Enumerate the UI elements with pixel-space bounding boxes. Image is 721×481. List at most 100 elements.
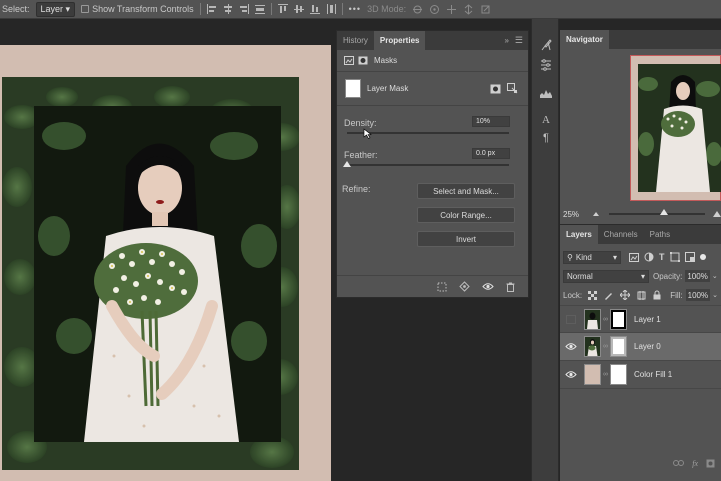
trash-icon[interactable] <box>506 282 515 292</box>
layer-row-color-fill-1[interactable]: ∞ Color Fill 1 <box>560 361 721 389</box>
more-options-icon[interactable]: ••• <box>349 4 361 14</box>
show-transform-checkbox[interactable]: Show Transform Controls <box>81 4 194 14</box>
zoom-in-icon[interactable] <box>713 211 721 217</box>
filter-type-icon[interactable]: T <box>659 252 665 262</box>
eye-icon[interactable] <box>565 342 577 352</box>
blend-mode-dropdown[interactable]: Normal ▾ <box>563 269 649 283</box>
color-range-button[interactable]: Color Range... <box>417 207 515 223</box>
filter-adjustment-icon[interactable] <box>644 252 654 262</box>
tab-history[interactable]: History <box>337 31 374 50</box>
paragraph-icon[interactable]: ¶ <box>540 132 552 144</box>
feather-input[interactable]: 0.0 px <box>472 148 510 159</box>
3d-pan-icon[interactable] <box>446 4 457 15</box>
3d-roll-icon[interactable] <box>429 4 440 15</box>
chevron-down-icon[interactable]: ⌄ <box>712 272 718 280</box>
density-input[interactable]: 10% <box>472 116 510 127</box>
pixel-mask-icon[interactable] <box>344 56 354 65</box>
tab-channels[interactable]: Channels <box>598 225 644 244</box>
eye-icon[interactable] <box>482 282 494 291</box>
navigator-zoom-bar: 25% <box>560 205 721 223</box>
align-center-h-icon[interactable] <box>223 4 233 14</box>
link-layers-icon[interactable] <box>673 459 685 467</box>
3d-mode-label: 3D Mode: <box>367 4 407 14</box>
add-pixel-mask-icon[interactable] <box>490 84 501 94</box>
load-selection-icon[interactable] <box>437 282 447 292</box>
link-icon[interactable]: ∞ <box>602 371 609 378</box>
chevron-down-icon: ▾ <box>65 3 71 14</box>
filter-pixel-icon[interactable] <box>629 252 639 262</box>
properties-panel: History Properties » ☰ Masks Layer Mask … <box>336 30 529 298</box>
lock-position-icon[interactable] <box>620 290 631 300</box>
layer-style-icon[interactable]: fx <box>692 459 698 468</box>
filter-smart-object-icon[interactable] <box>684 252 695 262</box>
lock-transparent-pixels-icon[interactable] <box>588 290 598 300</box>
feather-slider-thumb[interactable] <box>343 161 351 167</box>
layer-mask-thumbnail[interactable] <box>610 308 627 330</box>
character-icon[interactable]: A <box>540 114 552 126</box>
layer-filter-row: ⚲ Kind ▾ T <box>563 250 721 264</box>
add-vector-mask-icon[interactable] <box>507 83 518 94</box>
lock-image-pixels-icon[interactable] <box>604 291 613 300</box>
invert-button[interactable]: Invert <box>417 231 515 247</box>
layer-name[interactable]: Color Fill 1 <box>634 370 672 379</box>
adjustments-icon[interactable] <box>539 58 553 72</box>
tab-properties[interactable]: Properties <box>373 31 426 50</box>
select-and-mask-button[interactable]: Select and Mask... <box>417 183 515 199</box>
distribute-v-icon[interactable] <box>326 4 336 14</box>
align-middle-v-icon[interactable] <box>293 4 304 14</box>
tab-navigator[interactable]: Navigator <box>560 30 609 49</box>
tab-layers[interactable]: Layers <box>560 225 598 244</box>
collapse-panel-icon[interactable]: » <box>504 36 508 45</box>
filter-shape-icon[interactable] <box>669 252 680 262</box>
lock-artboard-icon[interactable] <box>637 290 646 300</box>
align-right-icon[interactable] <box>239 4 249 14</box>
select-label: Select: <box>2 4 30 14</box>
layer-name[interactable]: Layer 1 <box>634 315 661 324</box>
layer-mask-thumbnail[interactable] <box>610 364 627 385</box>
layer-mask-thumbnail[interactable] <box>610 336 627 357</box>
3d-scale-icon[interactable] <box>480 4 491 15</box>
panel-menu-icon[interactable]: ☰ <box>515 35 523 46</box>
layer-mask-thumbnail[interactable] <box>345 79 361 98</box>
layer-mask-label: Layer Mask <box>367 84 409 93</box>
zoom-level[interactable]: 25% <box>563 210 579 219</box>
link-icon[interactable]: ∞ <box>602 343 609 350</box>
align-bottom-icon[interactable] <box>309 4 320 14</box>
lock-all-icon[interactable] <box>653 290 661 300</box>
3d-rotate-icon[interactable] <box>412 4 423 15</box>
add-mask-icon[interactable] <box>706 459 715 468</box>
opacity-input[interactable]: 100% <box>685 270 710 282</box>
tab-paths[interactable]: Paths <box>644 225 676 244</box>
eye-icon[interactable] <box>565 370 577 380</box>
link-icon[interactable]: ∞ <box>602 316 609 323</box>
brush-settings-icon[interactable] <box>539 38 553 52</box>
select-dropdown[interactable]: Layer ▾ <box>35 1 76 17</box>
filter-toggle[interactable] <box>699 254 706 260</box>
layer-thumbnail[interactable] <box>584 336 601 357</box>
vector-mask-icon[interactable] <box>358 56 368 65</box>
align-left-icon[interactable] <box>206 4 217 14</box>
layer-row-layer-1[interactable]: ∞ Layer 1 <box>560 305 721 333</box>
zoom-slider[interactable] <box>609 209 705 215</box>
fill-input[interactable]: 100% <box>685 289 711 301</box>
subject-figure <box>34 106 281 442</box>
layer-row-layer-0[interactable]: ∞ Layer 0 <box>560 333 721 361</box>
zoom-out-icon[interactable] <box>593 212 600 216</box>
layer-visibility-toggle[interactable] <box>566 314 576 324</box>
density-slider-thumb[interactable] <box>363 128 373 139</box>
apply-mask-icon[interactable] <box>459 281 470 292</box>
chevron-down-icon[interactable]: ⌄ <box>712 291 718 299</box>
feather-slider[interactable] <box>347 164 509 166</box>
distribute-h-icon[interactable] <box>254 4 265 14</box>
zoom-slider-thumb[interactable] <box>660 209 669 215</box>
align-top-icon[interactable] <box>277 4 288 14</box>
lock-row: Lock: Fill: 100% ⌄ <box>563 288 721 302</box>
3d-slide-icon[interactable] <box>463 3 474 15</box>
divider <box>270 3 272 15</box>
histogram-icon[interactable] <box>539 87 553 99</box>
filter-kind-dropdown[interactable]: ⚲ Kind ▾ <box>563 250 621 264</box>
layer-thumbnail[interactable] <box>584 364 601 385</box>
layer-name[interactable]: Layer 0 <box>634 342 661 351</box>
search-icon: ⚲ <box>567 252 573 262</box>
layer-thumbnail[interactable] <box>584 308 601 330</box>
